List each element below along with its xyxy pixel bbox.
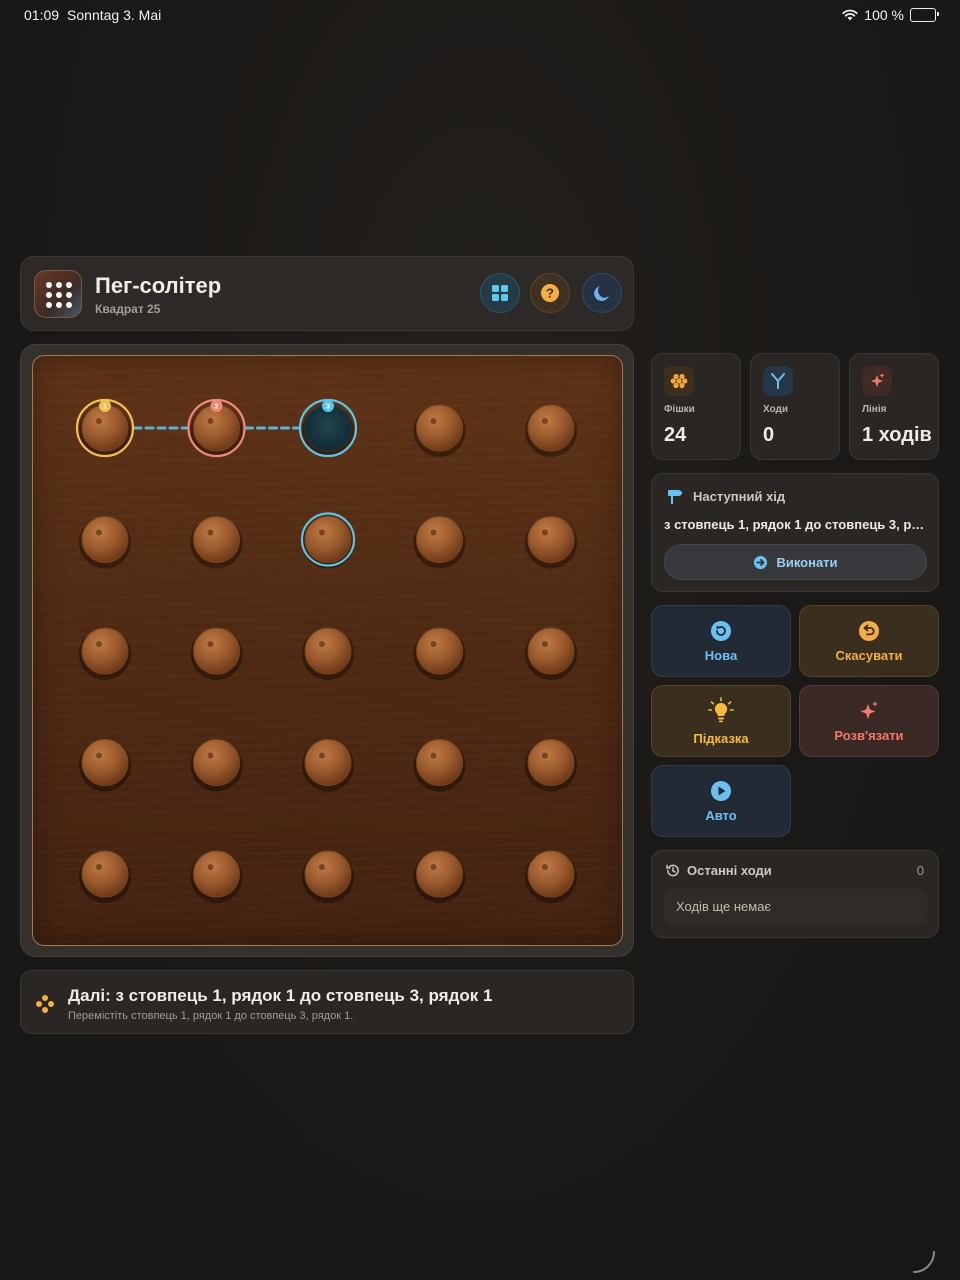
peg[interactable] xyxy=(525,516,577,569)
stat-line-value: 1 ходів xyxy=(862,424,932,446)
wifi-icon xyxy=(842,9,858,21)
peg[interactable] xyxy=(302,627,354,680)
peg[interactable] xyxy=(525,404,577,457)
stat-moves-card: Ходи 0 xyxy=(750,353,840,460)
undo-icon xyxy=(859,620,879,641)
svg-text:?: ? xyxy=(546,286,554,301)
help-button[interactable]: ? xyxy=(530,273,570,313)
history-icon xyxy=(666,864,679,877)
hint-step-number: 3 xyxy=(326,404,330,411)
hint-bar: Далі: з стовпець 1, рядок 1 до стовпець … xyxy=(20,970,634,1034)
layout-grid-icon xyxy=(492,285,508,301)
game-board[interactable]: 1 2 3 xyxy=(32,355,623,946)
peg[interactable] xyxy=(413,850,466,903)
hint-step-number: 1 xyxy=(103,404,107,411)
theme-toggle-button[interactable] xyxy=(582,273,622,313)
next-move-card: Наступний хід з стовпець 1, рядок 1 до с… xyxy=(651,473,939,592)
peg[interactable] xyxy=(413,404,466,457)
next-move-text: з стовпець 1, рядок 1 до стовпець 3, ряд… xyxy=(664,517,926,532)
play-icon xyxy=(711,780,731,801)
solve-button[interactable]: Розв'язати xyxy=(799,685,939,757)
new-game-button[interactable]: Нова xyxy=(651,605,791,677)
status-time: 01:09 xyxy=(24,7,60,23)
recent-moves-count: 0 xyxy=(916,863,924,878)
restart-icon xyxy=(711,620,731,641)
hint-label: Підказка xyxy=(693,730,749,746)
peg[interactable] xyxy=(525,739,577,792)
app-grid-dots-icon xyxy=(34,270,82,318)
solve-label: Розв'язати xyxy=(834,727,904,743)
peg[interactable] xyxy=(190,627,243,680)
sparkles-icon xyxy=(860,700,878,719)
stat-moves-label: Ходи xyxy=(763,404,789,415)
peg[interactable] xyxy=(79,516,131,569)
header-card: Пег-солітер Квадрат 25 ? xyxy=(20,256,634,331)
peg[interactable] xyxy=(79,627,131,680)
peg[interactable] xyxy=(302,850,354,903)
gamepad-dots-icon xyxy=(36,995,54,1013)
recent-moves-title: Останні ходи xyxy=(687,863,772,878)
auto-play-label: Авто xyxy=(705,807,737,823)
hint-step-number: 2 xyxy=(215,404,219,411)
stat-line-card: Лінія 1 ходів xyxy=(849,353,939,460)
stat-pegs-label: Фішки xyxy=(664,404,695,415)
peg[interactable] xyxy=(302,739,354,792)
lightbulb-icon xyxy=(708,696,734,722)
board-variant-label: Квадрат 25 xyxy=(95,302,161,316)
battery-icon xyxy=(910,8,939,22)
board-pegs-layer: 1 2 3 xyxy=(75,398,577,903)
next-move-title: Наступний хід xyxy=(693,489,786,504)
auto-play-button[interactable]: Авто xyxy=(651,765,791,837)
execute-label: Виконати xyxy=(776,554,838,570)
status-bar-left: 01:09 Sonntag 3. Mai xyxy=(24,7,161,23)
hint-bar-subtitle: Перемістіть стовпець 1, рядок 1 до стовп… xyxy=(68,1010,354,1022)
stat-moves-value: 0 xyxy=(763,424,775,446)
peg[interactable] xyxy=(413,739,466,792)
peg[interactable] xyxy=(525,850,577,903)
peg[interactable] xyxy=(190,516,243,569)
honeycomb-icon xyxy=(664,366,694,396)
undo-label: Скасувати xyxy=(835,647,903,663)
battery-percent: 100 % xyxy=(864,7,904,23)
peg[interactable] xyxy=(413,627,466,680)
new-game-label: Нова xyxy=(704,647,738,663)
peg[interactable] xyxy=(190,739,243,792)
recent-moves-card: Останні ходи 0 Ходів ще немає xyxy=(651,850,939,938)
peg[interactable] xyxy=(413,516,466,569)
peg[interactable] xyxy=(79,739,131,792)
app-title: Пег-солітер xyxy=(95,273,222,298)
hint-bar-title: Далі: з стовпець 1, рядок 1 до стовпець … xyxy=(68,986,493,1005)
board-select-button[interactable] xyxy=(480,273,520,313)
stat-line-label: Лінія xyxy=(862,404,887,415)
signpost-icon xyxy=(668,490,683,504)
undo-button[interactable]: Скасувати xyxy=(799,605,939,677)
peg[interactable] xyxy=(525,627,577,680)
peg[interactable] xyxy=(302,516,354,569)
resize-handle-icon[interactable] xyxy=(912,1250,936,1274)
status-bar-right: 100 % xyxy=(842,7,939,23)
sparkles-icon xyxy=(862,366,892,396)
stat-pegs-value: 24 xyxy=(664,424,687,446)
fork-icon xyxy=(763,366,793,396)
hint-button[interactable]: Підказка xyxy=(651,685,791,757)
peg[interactable] xyxy=(79,850,131,903)
recent-moves-empty: Ходів ще немає xyxy=(664,889,927,925)
status-date: Sonntag 3. Mai xyxy=(67,7,162,23)
moon-icon xyxy=(594,286,609,301)
stat-pegs-card: Фішки 24 xyxy=(651,353,741,460)
arrow-right-circle-icon xyxy=(754,555,768,569)
execute-button[interactable]: Виконати xyxy=(664,544,927,580)
help-icon: ? xyxy=(541,284,559,302)
peg[interactable] xyxy=(190,850,243,903)
